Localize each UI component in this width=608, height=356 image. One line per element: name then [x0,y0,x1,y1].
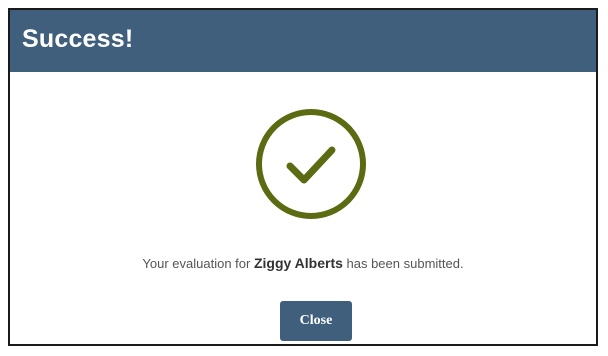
evaluated-person-name: Ziggy Alberts [253,255,343,271]
dialog-header: Success! [10,10,596,72]
close-button[interactable]: Close [280,301,352,341]
confirmation-message: Your evaluation for Ziggy Alberts has be… [10,254,596,273]
message-suffix: has been submitted. [342,256,464,271]
dialog-title: Success! [22,25,134,53]
checkmark-circle-icon [253,106,369,222]
message-prefix: Your evaluation for [142,256,254,271]
success-dialog: Success! Your evaluation for Ziggy Alber… [8,8,598,346]
